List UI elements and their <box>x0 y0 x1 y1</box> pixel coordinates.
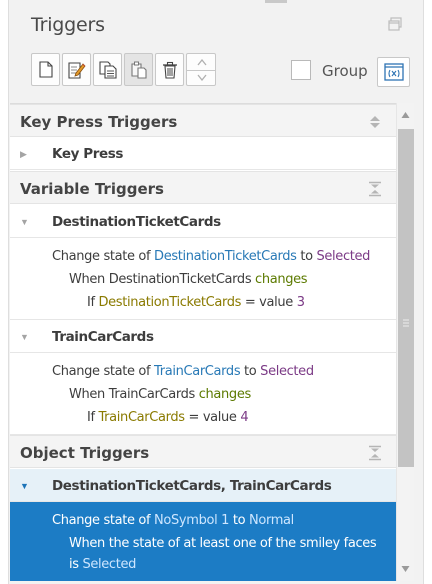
scroll-up-arrow-icon[interactable] <box>401 111 410 119</box>
trigger-group-row[interactable]: ▼ DestinationTicketCards, TrainCarCards <box>10 469 396 502</box>
trigger-group-row[interactable]: ▶ Key Press <box>10 137 396 170</box>
scroll-down-arrow-icon[interactable] <box>401 565 410 573</box>
trigger-group-label: TrainCarCards <box>52 329 154 345</box>
restore-window-icon[interactable] <box>388 17 402 31</box>
edit-trigger-button[interactable] <box>62 53 91 86</box>
trigger-event-line: When TrainCarCards changes <box>69 387 251 402</box>
sort-icon[interactable] <box>368 114 382 130</box>
scrollbar-thumb[interactable] <box>398 129 414 467</box>
trigger-event-line: When the state of at least one of the sm… <box>69 536 377 551</box>
trigger-detail-selected[interactable]: Change state of NoSymbol 1 to Normal Whe… <box>10 502 396 581</box>
vertical-scrollbar[interactable] <box>396 103 414 581</box>
section-title: Object Triggers <box>20 444 150 462</box>
trigger-group-label: DestinationTicketCards <box>52 214 221 230</box>
trigger-action-line: Change state of TrainCarCards to Selecte… <box>52 364 314 379</box>
group-label: Group <box>322 62 368 80</box>
collapse-arrow-icon[interactable]: ▼ <box>20 481 29 491</box>
group-checkbox[interactable] <box>291 60 311 80</box>
up-arrow-icon[interactable] <box>197 59 207 66</box>
section-header-key-press[interactable]: Key Press Triggers <box>10 104 396 137</box>
trigger-action-line: Change state of DestinationTicketCards t… <box>52 249 371 264</box>
section-header-variable[interactable]: Variable Triggers <box>10 171 396 204</box>
down-arrow-icon[interactable] <box>197 74 207 81</box>
section-header-object[interactable]: Object Triggers <box>10 435 396 468</box>
collapse-all-icon[interactable] <box>368 445 382 461</box>
expand-arrow-icon[interactable]: ▶ <box>20 149 27 160</box>
panel-drag-notch[interactable] <box>265 0 287 3</box>
collapse-all-icon[interactable] <box>368 181 382 197</box>
trigger-group-row[interactable]: ▼ TrainCarCards <box>10 320 396 353</box>
move-trigger-updown[interactable] <box>186 53 216 86</box>
copy-icon <box>98 60 117 79</box>
collapse-arrow-icon[interactable]: ▼ <box>20 217 29 227</box>
variables-icon <box>383 63 404 81</box>
trigger-event-line-continued: is Selected <box>69 557 137 572</box>
trigger-group-label: Key Press <box>52 146 124 162</box>
trigger-group-row[interactable]: ▼ DestinationTicketCards <box>10 205 396 238</box>
trigger-event-line: When DestinationTicketCards changes <box>69 272 308 287</box>
trigger-group-label: DestinationTicketCards, TrainCarCards <box>52 478 332 494</box>
grip-icon <box>403 319 409 327</box>
section-title: Variable Triggers <box>20 180 164 198</box>
edit-document-icon <box>67 61 86 79</box>
new-trigger-button[interactable] <box>31 53 60 86</box>
panel-title: Triggers <box>31 14 105 36</box>
trigger-detail[interactable]: Change state of DestinationTicketCards t… <box>10 238 396 320</box>
trigger-action-line: Change state of NoSymbol 1 to Normal <box>52 513 294 528</box>
trigger-condition-line: If DestinationTicketCards = value 3 <box>87 295 305 310</box>
trash-icon <box>162 61 177 79</box>
paste-icon <box>130 61 147 79</box>
paste-trigger-button[interactable] <box>124 53 153 86</box>
new-document-icon <box>38 61 53 78</box>
trigger-list: Key Press Triggers ▶ Key Press Variable … <box>10 103 396 581</box>
variables-button[interactable] <box>377 57 410 87</box>
section-title: Key Press Triggers <box>20 113 178 131</box>
collapse-arrow-icon[interactable]: ▼ <box>20 332 29 342</box>
copy-trigger-button[interactable] <box>93 53 122 86</box>
trigger-detail[interactable]: Change state of TrainCarCards to Selecte… <box>10 353 396 435</box>
trigger-condition-line: If TrainCarCards = value 4 <box>87 410 249 425</box>
delete-trigger-button[interactable] <box>155 53 184 86</box>
